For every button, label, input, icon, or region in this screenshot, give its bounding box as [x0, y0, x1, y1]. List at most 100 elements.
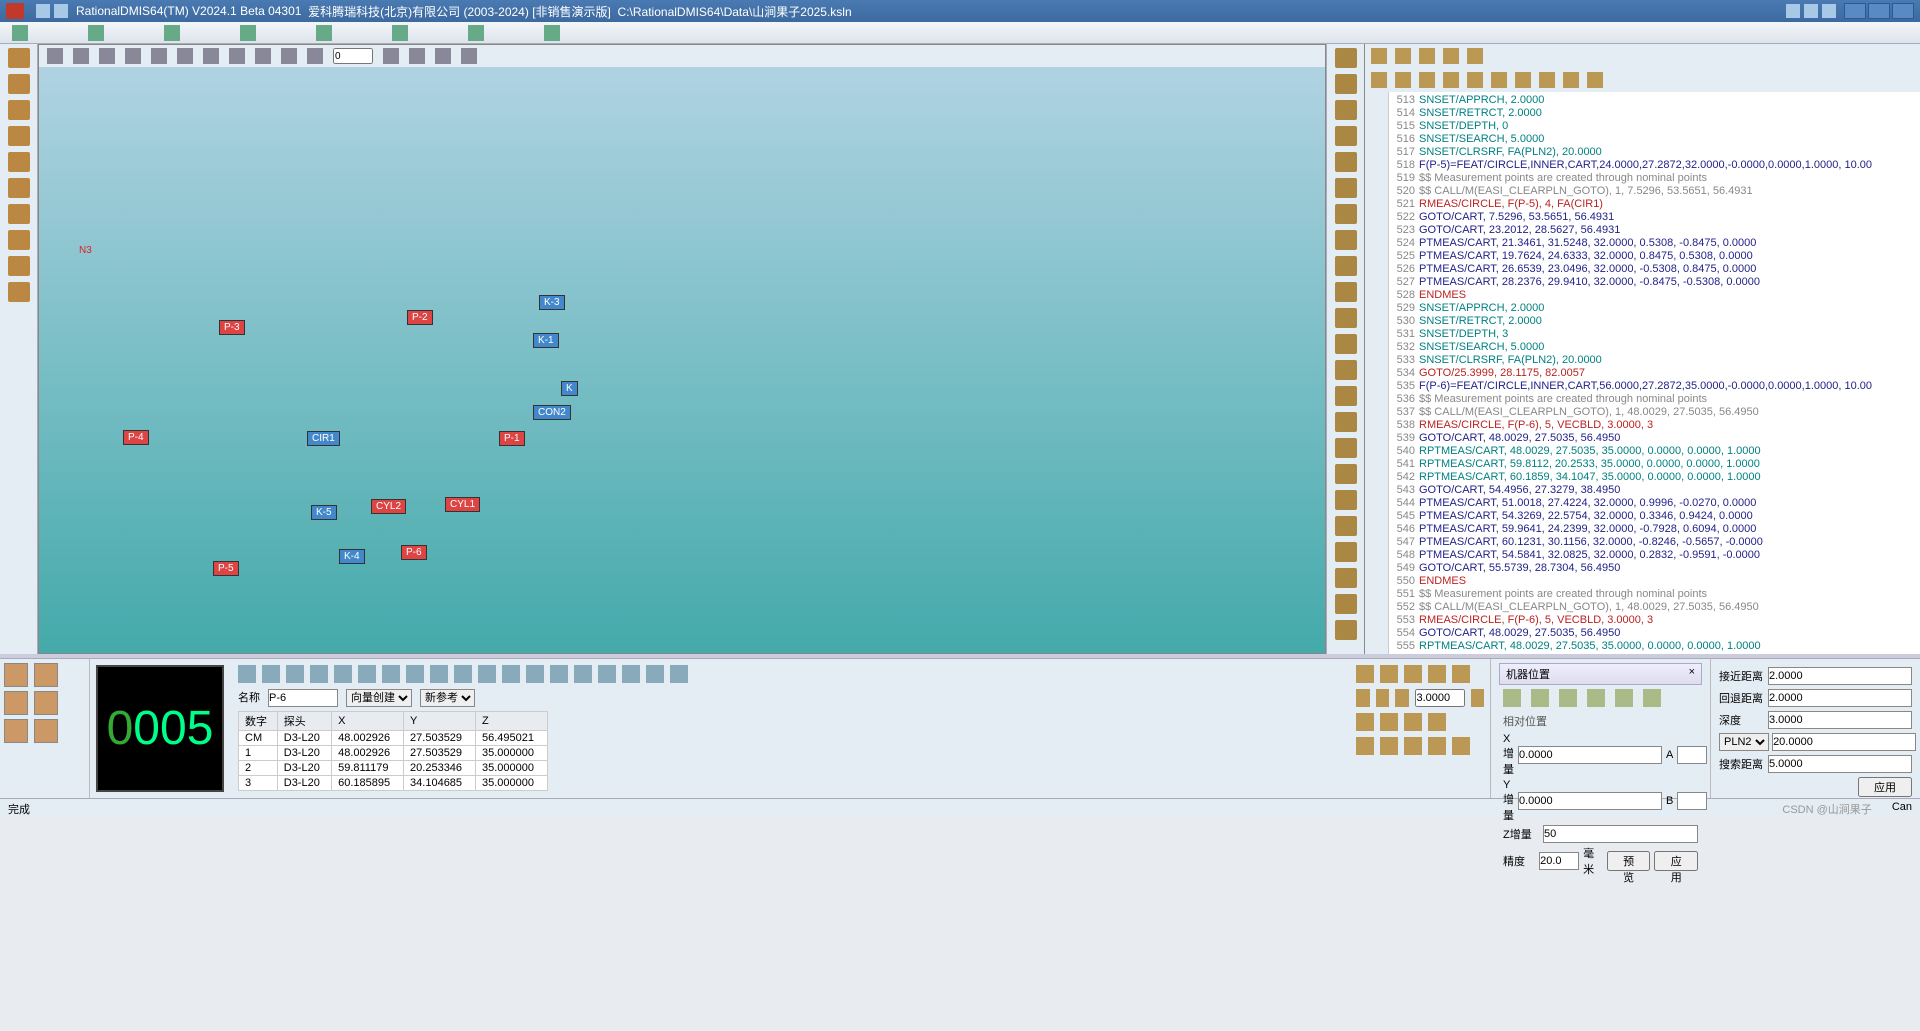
label-k4[interactable]: K-4	[339, 549, 365, 564]
tool-icon[interactable]	[502, 665, 520, 683]
tool-icon[interactable]	[1335, 178, 1357, 198]
label-k3[interactable]: K-3	[539, 295, 565, 310]
tool-icon[interactable]	[1335, 516, 1357, 536]
plane-icon[interactable]	[406, 665, 424, 683]
play-icon[interactable]	[1428, 737, 1446, 755]
axis-icon[interactable]	[4, 719, 28, 743]
tool-icon[interactable]	[1335, 126, 1357, 146]
tool-icon[interactable]	[1335, 100, 1357, 120]
zinc-input[interactable]	[1543, 825, 1698, 843]
tool-icon[interactable]	[1335, 334, 1357, 354]
tool-icon[interactable]	[1335, 386, 1357, 406]
label-p2[interactable]: P-2	[407, 310, 433, 325]
folder-icon[interactable]	[1335, 48, 1357, 68]
skip-icon[interactable]	[1335, 620, 1357, 640]
viewport-input[interactable]	[333, 48, 373, 64]
tool-icon[interactable]	[1452, 737, 1470, 755]
save-icon[interactable]	[1371, 72, 1387, 88]
circle-icon[interactable]	[358, 665, 376, 683]
code-editor[interactable]: 513SNSET/APPRCH, 2.0000514SNSET/RETRCT, …	[1389, 92, 1920, 654]
home-icon[interactable]	[1335, 282, 1357, 302]
tool-icon[interactable]	[1395, 48, 1411, 64]
depth-input[interactable]	[1768, 711, 1912, 729]
tool-icon[interactable]	[1452, 665, 1470, 683]
box-icon[interactable]	[34, 691, 58, 715]
tool-icon[interactable]	[392, 25, 408, 41]
tool-icon[interactable]	[1404, 737, 1422, 755]
label-k1[interactable]: K-1	[533, 333, 559, 348]
fit-icon[interactable]	[151, 48, 167, 64]
ref-select[interactable]: 新参考	[420, 689, 475, 707]
tool-icon[interactable]	[1380, 713, 1398, 731]
tool-icon[interactable]	[1404, 713, 1422, 731]
angle-icon[interactable]	[34, 663, 58, 687]
tool-icon[interactable]	[1335, 74, 1357, 94]
tool-icon[interactable]	[1335, 412, 1357, 432]
preview-button[interactable]: 预览	[1607, 851, 1651, 871]
cylinder-icon[interactable]	[430, 665, 448, 683]
tool-icon[interactable]	[34, 719, 58, 743]
tb-icon[interactable]	[1822, 4, 1836, 18]
tool-icon[interactable]	[88, 25, 104, 41]
label-p4[interactable]: P-4	[123, 430, 149, 445]
tool-icon[interactable]	[8, 256, 30, 276]
view-icon[interactable]	[177, 48, 193, 64]
name-input[interactable]	[268, 689, 338, 707]
line-icon[interactable]	[334, 665, 352, 683]
tool-icon[interactable]	[383, 48, 399, 64]
tool-icon[interactable]	[1335, 490, 1357, 510]
tool-icon[interactable]	[1380, 737, 1398, 755]
tool-icon[interactable]	[1471, 689, 1485, 707]
tool-icon[interactable]	[1515, 72, 1531, 88]
cut-icon[interactable]	[1491, 72, 1507, 88]
tool-icon[interactable]	[286, 665, 304, 683]
tool-icon[interactable]	[670, 665, 688, 683]
tool-icon[interactable]	[262, 665, 280, 683]
tool-icon[interactable]	[8, 282, 30, 302]
tool-icon[interactable]	[598, 665, 616, 683]
tool-icon[interactable]	[1587, 72, 1603, 88]
tool-icon[interactable]	[409, 48, 425, 64]
tool-icon[interactable]	[255, 48, 271, 64]
viewport-3d[interactable]: N3 P-3 P-2 K-3 K-1 K CON2 P-4 CIR1 P-1 C…	[38, 44, 1326, 654]
tool-icon[interactable]	[1356, 737, 1374, 755]
cube-icon[interactable]	[4, 663, 28, 687]
run-icon[interactable]	[1335, 308, 1357, 328]
tool-icon[interactable]	[435, 48, 451, 64]
label-p6[interactable]: P-6	[401, 545, 427, 560]
tool-icon[interactable]	[8, 204, 30, 224]
apply-button[interactable]: 应用	[1654, 851, 1698, 871]
apply-button[interactable]: 应用	[1858, 777, 1912, 797]
probe-icon[interactable]	[4, 691, 28, 715]
tool-icon[interactable]	[1428, 665, 1446, 683]
sphere-icon[interactable]	[478, 665, 496, 683]
tool-icon[interactable]	[1563, 72, 1579, 88]
tool-icon[interactable]	[1356, 689, 1370, 707]
clear-select[interactable]: PLN2	[1719, 733, 1769, 751]
undo-icon[interactable]	[1395, 72, 1411, 88]
tool-icon[interactable]	[1356, 665, 1374, 683]
tool-icon[interactable]	[574, 665, 592, 683]
tool-icon[interactable]	[1335, 256, 1357, 276]
yinc-input[interactable]	[1518, 792, 1662, 810]
label-cir1[interactable]: CIR1	[307, 431, 340, 446]
tool-icon[interactable]	[1335, 438, 1357, 458]
label-p3[interactable]: P-3	[219, 320, 245, 335]
eye-icon[interactable]	[203, 48, 219, 64]
label-k5[interactable]: K-5	[311, 505, 337, 520]
tool-icon[interactable]	[316, 25, 332, 41]
tool-icon[interactable]	[8, 230, 30, 250]
tool-icon[interactable]	[544, 25, 560, 41]
tool-icon[interactable]	[1335, 568, 1357, 588]
tool-icon[interactable]	[1356, 713, 1374, 731]
clear-input[interactable]	[1772, 733, 1916, 751]
zoom-icon[interactable]	[125, 48, 141, 64]
tool-icon[interactable]	[8, 48, 30, 68]
tool-icon[interactable]	[1467, 48, 1483, 64]
grid-icon[interactable]	[164, 25, 180, 41]
cone-icon[interactable]	[454, 665, 472, 683]
approach-input[interactable]	[1768, 667, 1912, 685]
cross-icon[interactable]	[1395, 689, 1409, 707]
tool-icon[interactable]	[281, 48, 297, 64]
label-con2[interactable]: CON2	[533, 405, 571, 420]
